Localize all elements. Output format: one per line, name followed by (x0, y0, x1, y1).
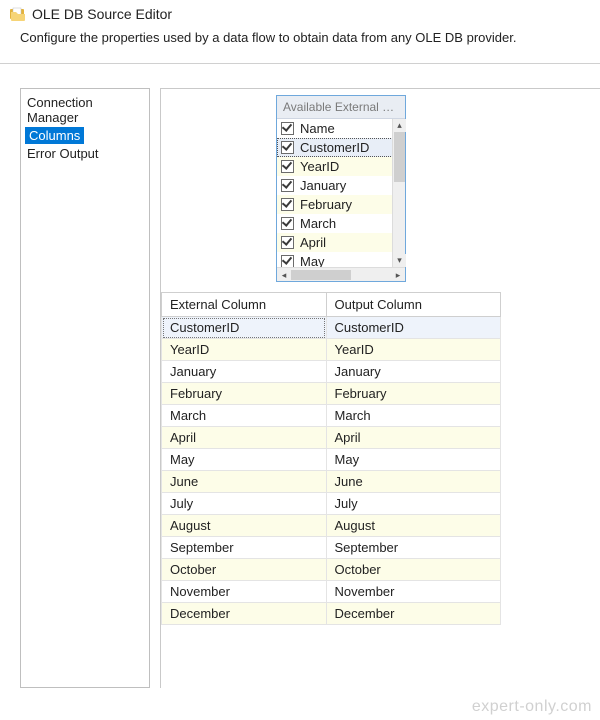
column-label: YearID (300, 159, 339, 174)
column-checkbox[interactable] (281, 122, 294, 135)
external-column-cell[interactable]: September (162, 537, 327, 559)
external-column-cell[interactable]: July (162, 493, 327, 515)
title-bar: OLE DB Source Editor (0, 0, 600, 26)
output-column-cell[interactable]: November (326, 581, 500, 603)
content-area: Connection ManagerColumnsError Output Av… (20, 88, 600, 688)
column-checkbox[interactable] (281, 160, 294, 173)
nav-item-columns[interactable]: Columns (25, 127, 84, 144)
mapping-row[interactable]: NovemberNovember (162, 581, 501, 603)
mapping-row[interactable]: YearIDYearID (162, 339, 501, 361)
output-column-cell[interactable]: December (326, 603, 500, 625)
mapping-row[interactable]: JanuaryJanuary (162, 361, 501, 383)
mapping-row[interactable]: MarchMarch (162, 405, 501, 427)
external-column-cell[interactable]: CustomerID (162, 317, 327, 339)
external-column-cell[interactable]: December (162, 603, 327, 625)
external-column-cell[interactable]: October (162, 559, 327, 581)
external-column-cell[interactable]: January (162, 361, 327, 383)
separator (0, 63, 600, 64)
available-column-row[interactable]: March (277, 214, 405, 233)
output-column-cell[interactable]: August (326, 515, 500, 537)
folder-icon (10, 7, 26, 21)
output-column-cell[interactable]: October (326, 559, 500, 581)
horizontal-scrollbar[interactable]: ◂ ▸ (277, 267, 405, 281)
output-column-cell[interactable]: CustomerID (326, 317, 500, 339)
mapping-row[interactable]: FebruaryFebruary (162, 383, 501, 405)
external-column-cell[interactable]: June (162, 471, 327, 493)
vertical-scrollbar[interactable]: ▴ ▾ (392, 119, 405, 267)
column-label: March (300, 216, 336, 231)
external-column-cell[interactable]: YearID (162, 339, 327, 361)
external-column-cell[interactable]: August (162, 515, 327, 537)
external-column-cell[interactable]: February (162, 383, 327, 405)
column-checkbox[interactable] (281, 179, 294, 192)
output-column-header[interactable]: Output Column (326, 293, 500, 317)
column-mapping-table[interactable]: External Column Output Column CustomerID… (161, 292, 501, 625)
external-column-cell[interactable]: November (162, 581, 327, 603)
column-label: Name (300, 121, 335, 136)
available-columns-list[interactable]: Name CustomerID YearID January February March… (277, 119, 405, 267)
watermark: expert-only.com (472, 698, 592, 716)
mapping-row[interactable]: OctoberOctober (162, 559, 501, 581)
external-column-cell[interactable]: May (162, 449, 327, 471)
available-column-row[interactable]: Name (277, 119, 405, 138)
output-column-cell[interactable]: September (326, 537, 500, 559)
external-column-cell[interactable]: March (162, 405, 327, 427)
columns-panel: Available External C... NameCustomerIDYe… (160, 88, 600, 688)
mapping-row[interactable]: MayMay (162, 449, 501, 471)
mapping-row[interactable]: JulyJuly (162, 493, 501, 515)
column-checkbox[interactable] (281, 141, 294, 154)
available-column-row[interactable]: February (277, 195, 405, 214)
scroll-down-arrow[interactable]: ▾ (393, 254, 406, 267)
available-columns-body: Name CustomerID YearID January February March… (277, 119, 405, 267)
scroll-track[interactable] (291, 269, 391, 281)
available-columns-box: Available External C... Name CustomerID Ye… (276, 95, 406, 282)
nav-panel: Connection ManagerColumnsError Output (20, 88, 150, 688)
scroll-up-arrow[interactable]: ▴ (393, 119, 406, 132)
nav-item-connection-manager[interactable]: Connection Manager (21, 93, 149, 127)
available-column-row[interactable]: May (277, 252, 405, 267)
scroll-right-arrow[interactable]: ▸ (391, 268, 405, 282)
available-columns-header[interactable]: Available External C... (277, 96, 405, 119)
available-column-row[interactable]: January (277, 176, 405, 195)
mapping-row[interactable]: JuneJune (162, 471, 501, 493)
mapping-row[interactable]: SeptemberSeptember (162, 537, 501, 559)
output-column-cell[interactable]: May (326, 449, 500, 471)
available-column-row[interactable]: CustomerID (277, 138, 405, 157)
mapping-row[interactable]: DecemberDecember (162, 603, 501, 625)
output-column-cell[interactable]: YearID (326, 339, 500, 361)
scroll-left-arrow[interactable]: ◂ (277, 268, 291, 282)
mapping-row[interactable]: AprilApril (162, 427, 501, 449)
column-label: CustomerID (300, 140, 369, 155)
column-checkbox[interactable] (281, 255, 294, 267)
output-column-cell[interactable]: July (326, 493, 500, 515)
mapping-row[interactable]: AugustAugust (162, 515, 501, 537)
column-checkbox[interactable] (281, 236, 294, 249)
column-checkbox[interactable] (281, 217, 294, 230)
output-column-cell[interactable]: April (326, 427, 500, 449)
column-label: April (300, 235, 326, 250)
mapping-row[interactable]: CustomerIDCustomerID (162, 317, 501, 339)
column-checkbox[interactable] (281, 198, 294, 211)
output-column-cell[interactable]: January (326, 361, 500, 383)
available-column-row[interactable]: April (277, 233, 405, 252)
column-label: May (300, 254, 325, 267)
external-column-header[interactable]: External Column (162, 293, 327, 317)
window-title: OLE DB Source Editor (32, 6, 172, 22)
output-column-cell[interactable]: June (326, 471, 500, 493)
external-column-cell[interactable]: April (162, 427, 327, 449)
output-column-cell[interactable]: March (326, 405, 500, 427)
scroll-thumb[interactable] (394, 132, 405, 182)
scroll-thumb-h[interactable] (291, 270, 351, 280)
window-description: Configure the properties used by a data … (0, 26, 600, 63)
output-column-cell[interactable]: February (326, 383, 500, 405)
nav-item-error-output[interactable]: Error Output (21, 144, 149, 163)
column-label: February (300, 197, 352, 212)
available-column-row[interactable]: YearID (277, 157, 405, 176)
column-label: January (300, 178, 346, 193)
